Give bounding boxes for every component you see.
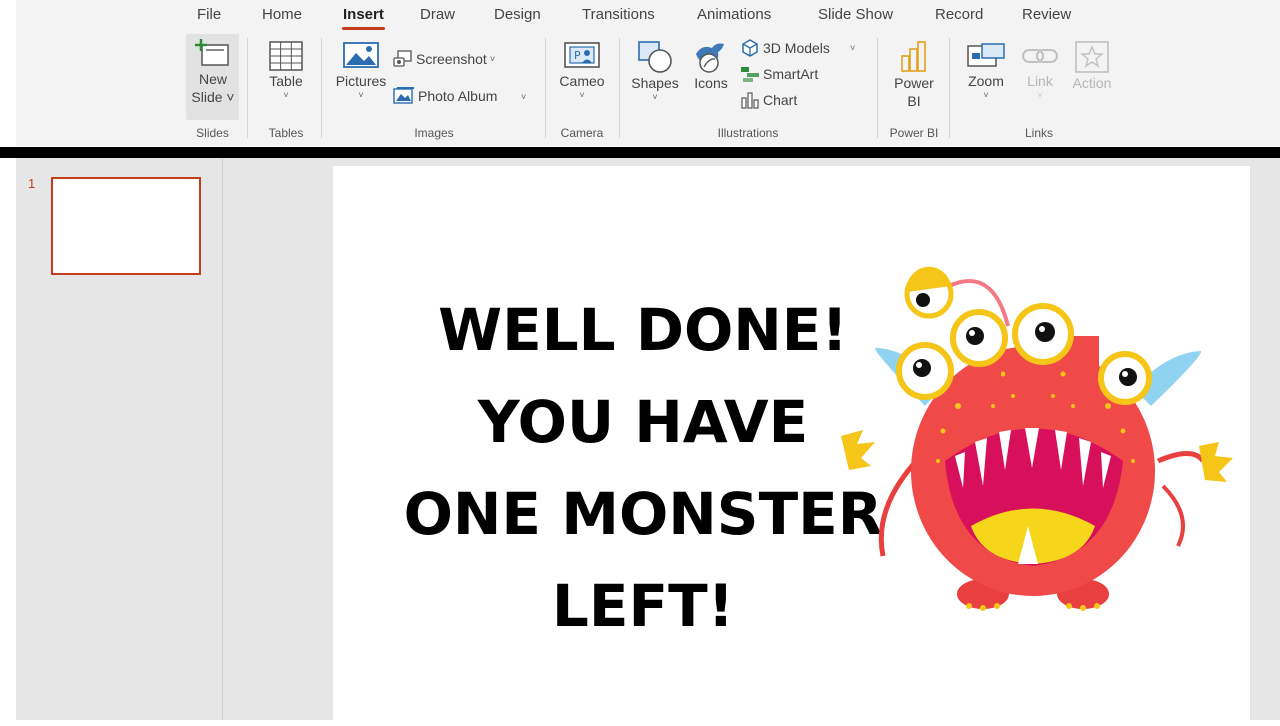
- cube-icon: [742, 39, 758, 57]
- shapes-label: Shapes: [631, 75, 679, 91]
- action-icon: [1075, 41, 1109, 73]
- new-slide-label-2: Slide ˅: [191, 89, 235, 105]
- chart-icon: [741, 92, 759, 109]
- icons-icon: [696, 43, 724, 73]
- ribbon-tab-bar: File Home Insert Draw Design Transitions…: [16, 0, 1280, 32]
- group-separator: [949, 38, 950, 138]
- power-bi-icon: [901, 41, 926, 72]
- slide[interactable]: WELL DONE! YOU HAVE ONE MONSTER LEFT!: [333, 166, 1250, 726]
- cameo-label: Cameo: [559, 73, 605, 89]
- group-separator: [877, 38, 878, 138]
- photo-album-label: Photo Album: [418, 88, 498, 104]
- group-label-tables: Tables: [268, 126, 304, 140]
- tab-home[interactable]: Home: [262, 6, 302, 23]
- group-separator: [545, 38, 546, 138]
- link-button[interactable]: Link ˅: [1018, 40, 1062, 100]
- active-tab-indicator: [342, 27, 385, 30]
- link-label: Link: [1027, 73, 1053, 89]
- table-button[interactable]: Table ˅: [260, 40, 312, 100]
- tab-slide-show[interactable]: Slide Show: [818, 6, 893, 23]
- chevron-down-icon[interactable]: ˅: [850, 43, 855, 53]
- tab-draw[interactable]: Draw: [420, 6, 455, 23]
- slide-thumbnail-pane: 1: [16, 158, 223, 720]
- 3d-models-label: 3D Models: [763, 40, 830, 56]
- group-label-links: Links: [1024, 126, 1053, 140]
- icons-label: Icons: [694, 75, 728, 91]
- 3d-models-button[interactable]: 3D Models: [740, 38, 830, 58]
- tab-insert[interactable]: Insert: [342, 6, 385, 30]
- screenshot-label: Screenshot: [416, 51, 487, 67]
- group-separator: [321, 38, 322, 138]
- new-slide-label-2-text: Slide: [191, 89, 223, 105]
- smartart-label: SmartArt: [763, 66, 819, 82]
- shapes-button[interactable]: Shapes ˅: [628, 40, 682, 102]
- slide-number: 1: [28, 176, 36, 191]
- pictures-button[interactable]: Pictures ˅: [332, 40, 390, 100]
- group-label-camera: Camera: [560, 126, 604, 140]
- chevron-down-icon: ˅: [358, 90, 364, 100]
- pictures-icon: [343, 42, 379, 68]
- group-label-illustrations: Illustrations: [717, 126, 779, 140]
- chevron-down-icon: ˅: [983, 90, 989, 100]
- tab-review[interactable]: Review: [1022, 6, 1071, 23]
- tab-transitions[interactable]: Transitions: [582, 6, 655, 23]
- divider-bar: [0, 147, 1280, 158]
- cameo-button[interactable]: P Cameo ˅: [556, 40, 608, 100]
- screenshot-icon: [393, 50, 412, 67]
- new-slide-button[interactable]: New Slide ˅: [188, 38, 238, 106]
- new-slide-label-1: New: [198, 71, 227, 87]
- link-icon: [1022, 49, 1058, 63]
- power-bi-button[interactable]: Power BI: [888, 40, 940, 110]
- chevron-down-icon[interactable]: ˅: [521, 92, 526, 102]
- group-separator: [619, 38, 620, 138]
- screenshot-button[interactable]: Screenshot ˅: [393, 49, 495, 69]
- monster-illustration[interactable]: [833, 256, 1248, 626]
- action-label: Action: [1072, 75, 1112, 91]
- tab-insert-label: Insert: [343, 6, 384, 23]
- pictures-label: Pictures: [335, 73, 387, 89]
- zoom-button[interactable]: Zoom ˅: [960, 40, 1012, 100]
- chevron-down-icon: ˅: [579, 90, 585, 100]
- ribbon: File Home Insert Draw Design Transitions…: [16, 0, 1280, 146]
- smartart-button[interactable]: SmartArt: [740, 64, 818, 84]
- chevron-down-icon: ˅: [652, 92, 658, 102]
- group-label-slides: Slides: [196, 126, 229, 140]
- tab-animations[interactable]: Animations: [697, 6, 771, 23]
- power-bi-label-2: BI: [907, 93, 921, 109]
- tab-record[interactable]: Record: [935, 6, 983, 23]
- new-slide-icon: [195, 39, 229, 66]
- group-separator: [247, 38, 248, 138]
- group-label-power-bi: Power BI: [889, 126, 939, 140]
- smartart-icon: [741, 67, 759, 82]
- tab-design[interactable]: Design: [494, 6, 541, 23]
- cameo-icon: P: [564, 42, 600, 68]
- table-icon: [269, 41, 303, 71]
- chevron-down-icon: ˅: [283, 90, 289, 100]
- chart-button[interactable]: Chart: [740, 90, 797, 110]
- chevron-down-icon: ˅: [489, 54, 496, 64]
- zoom-label: Zoom: [968, 73, 1004, 89]
- power-bi-label-1: Power: [894, 75, 934, 91]
- photo-album-icon: [393, 87, 414, 104]
- chart-label: Chart: [763, 92, 798, 108]
- svg-text:P: P: [574, 49, 581, 62]
- zoom-icon: [967, 43, 1005, 67]
- group-label-images: Images: [414, 126, 454, 140]
- photo-album-button[interactable]: Photo Album: [393, 86, 497, 106]
- shapes-icon: [638, 41, 672, 73]
- chevron-down-icon: ˅: [1037, 90, 1043, 100]
- slide-thumbnail[interactable]: [51, 177, 201, 275]
- icons-button[interactable]: Icons: [689, 40, 733, 92]
- action-button[interactable]: Action: [1066, 40, 1118, 92]
- tab-file[interactable]: File: [197, 6, 221, 23]
- table-label: Table: [269, 73, 303, 89]
- slide-canvas-area: WELL DONE! YOU HAVE ONE MONSTER LEFT!: [223, 158, 1280, 726]
